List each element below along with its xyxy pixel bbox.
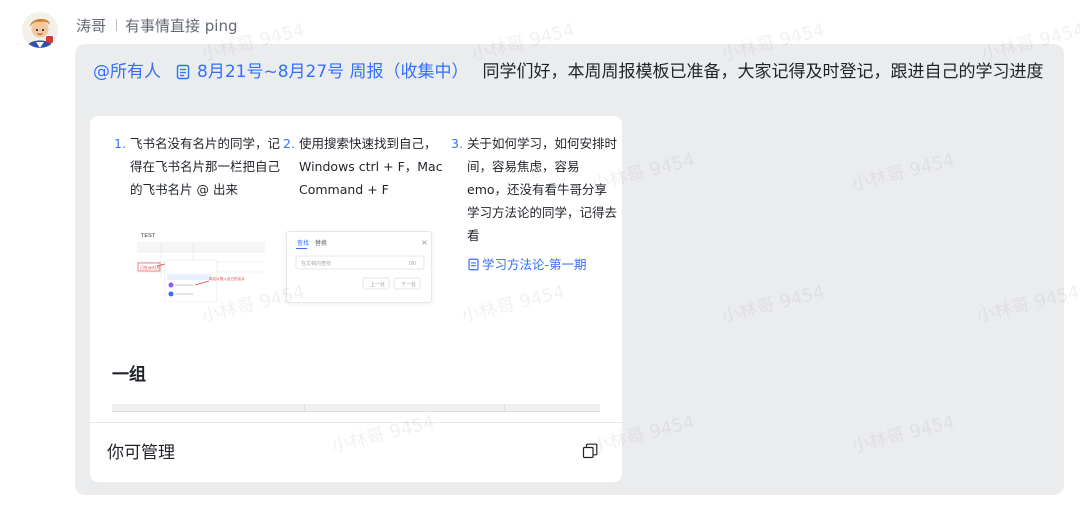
thumb2-count: 0/0: [409, 261, 416, 267]
tip-number: 2.: [283, 136, 295, 151]
group-title: 一组: [112, 365, 146, 385]
mention-all[interactable]: @所有人: [93, 62, 161, 82]
svg-text:×: ×: [421, 238, 428, 247]
table-preview: [112, 404, 600, 412]
message-header: 涛哥 有事情直接 ping: [76, 14, 238, 36]
doc-preview-card[interactable]: 1. 飞书名没有名片的同学，记得在飞书名片那一栏把自己的飞书名片 @ 出来 2.…: [90, 116, 622, 482]
thumb1-note-1: 已在@对方: [140, 264, 160, 270]
tip-text: 关于如何学习，如何安排时间，容易焦虑，容易 emo，还没有看牛哥分享学习方法论的…: [467, 136, 618, 243]
tip-column-1: 1. 飞书名没有名片的同学，记得在飞书名片那一栏把自己的飞书名片 @ 出来: [114, 132, 281, 201]
tip-number: 3.: [451, 136, 463, 151]
thumb2-tab-replace: 替换: [315, 239, 327, 247]
tip-text: 使用搜索快速找到自己，Windows ctrl + F，Mac Command …: [299, 136, 443, 197]
header-divider: [116, 19, 118, 31]
thumb2-prev: 上一处: [370, 281, 385, 288]
doc-link-title: 8月21号~8月27号 周报（收集中）: [197, 62, 469, 82]
namecard-table-image: TEST 已在@对方 将名片拖入自己的名片: [137, 233, 265, 303]
permission-label: 你可管理: [107, 443, 175, 463]
find-dialog-image: 查找 替换 × 在文档内查找 0/0 上一处 下一处: [295, 238, 428, 290]
doc-icon: [176, 64, 190, 80]
avatar-cartoon-icon: [22, 12, 58, 48]
tip-text: 飞书名没有名片的同学，记得在飞书名片那一栏把自己的飞书名片 @ 出来: [130, 136, 281, 197]
tip-column-2: 2. 使用搜索快速找到自己，Windows ctrl + F，Mac Comma…: [283, 132, 449, 201]
thumb2-tab-find: 查找: [297, 239, 309, 247]
tip-column-3: 3. 关于如何学习，如何安排时间，容易焦虑，容易 emo，还没有看牛哥分享学习方…: [451, 132, 618, 276]
sender-name[interactable]: 涛哥: [76, 15, 106, 36]
namecard-screenshot: TEST 已在@对方 将名片拖入自己的名片: [133, 228, 265, 303]
doc-link[interactable]: 8月21号~8月27号 周报（收集中）: [175, 62, 469, 82]
tip-number: 1.: [114, 136, 126, 151]
thumb1-note-2: 将名片拖入自己的名片: [209, 276, 245, 281]
doc-icon: [468, 258, 479, 271]
study-method-link-label: 学习方法论-第一期: [482, 257, 587, 272]
find-dialog-screenshot: 查找 替换 × 在文档内查找 0/0 上一处 下一处: [286, 231, 432, 303]
thumb1-title: TEST: [141, 233, 156, 239]
study-method-link[interactable]: 学习方法论-第一期: [467, 253, 617, 276]
card-divider: [90, 422, 622, 423]
thumb2-next: 下一处: [401, 281, 416, 288]
message-body: 同学们好，本周周报模板已准备，大家记得及时登记，跟进自己的学习进度: [482, 62, 1044, 82]
copy-icon[interactable]: [582, 443, 598, 459]
thumb2-placeholder: 在文档内查找: [301, 260, 331, 267]
avatar[interactable]: [22, 12, 58, 48]
message-text: @所有人 8月21号~8月27号 周报（收集中） 同学们好，本周周报模板已准备，大家…: [93, 58, 1053, 86]
sender-status: 有事情直接 ping: [125, 16, 238, 35]
